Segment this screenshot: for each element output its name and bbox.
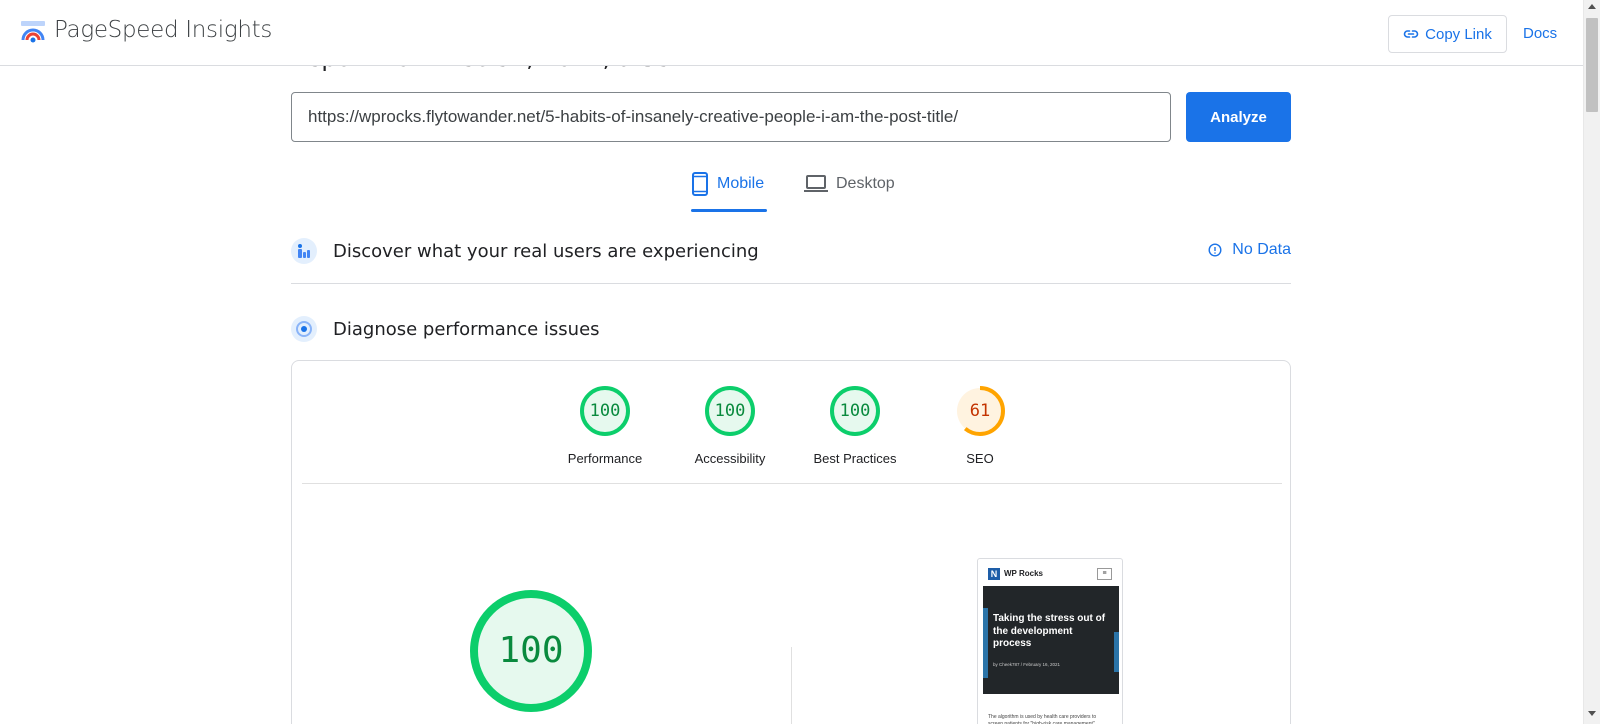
tab-selected-indicator [691, 209, 767, 212]
score-accessibility[interactable]: 100 Accessibility [670, 385, 790, 466]
top-app-bar: PageSpeed Insights Copy Link Docs [0, 0, 1583, 66]
main-performance-score: 100 [498, 630, 564, 671]
seo-label: SEO [966, 451, 994, 466]
tab-desktop[interactable]: Desktop [804, 172, 895, 212]
link-icon [1403, 30, 1419, 38]
scroll-up-arrow-icon[interactable] [1588, 4, 1596, 9]
score-best-practices[interactable]: 100 Best Practices [795, 385, 915, 466]
thumb-hero-title: Taking the stress out of the development… [993, 613, 1106, 649]
thumb-hero-meta: by Cheek787 / February 16, 2021 [993, 662, 1061, 667]
copy-link-label: Copy Link [1425, 25, 1492, 43]
scroll-down-arrow-icon[interactable] [1588, 711, 1596, 716]
page-scrollbar[interactable] [1583, 0, 1600, 724]
docs-link[interactable]: Docs [1523, 25, 1557, 42]
thumb-hero: Taking the stress out of the development… [983, 586, 1119, 694]
users-data-icon [291, 238, 317, 264]
laptop-icon [804, 175, 828, 192]
pagespeed-logo-icon[interactable] [19, 18, 47, 46]
analyze-button[interactable]: Analyze [1186, 92, 1291, 142]
seo-score: 61 [969, 401, 991, 421]
thumb-menu-icon: ≡ [1097, 568, 1112, 580]
performance-score: 100 [589, 401, 621, 421]
no-data-indicator[interactable]: No Data [1208, 241, 1291, 259]
performance-gauge: 100 [579, 385, 631, 437]
report-card: 100 Performance 100 Accessibility 100 Be… [291, 360, 1291, 724]
real-users-section-header[interactable]: Discover what your real users are experi… [291, 231, 1291, 271]
app-title[interactable]: PageSpeed Insights [54, 17, 272, 43]
tab-desktop-label: Desktop [836, 175, 895, 192]
tab-mobile[interactable]: Mobile [691, 172, 764, 212]
no-data-label: No Data [1232, 241, 1291, 258]
thumb-hero-accent-right [1114, 632, 1119, 672]
real-users-title: Discover what your real users are experi… [333, 240, 759, 262]
score-performance[interactable]: 100 Performance [545, 385, 665, 466]
thumb-hero-accent-left [983, 608, 988, 678]
score-seo[interactable]: 61 SEO [920, 385, 1040, 466]
url-input[interactable] [291, 92, 1171, 142]
metrics-divider [791, 647, 792, 724]
best-practices-score: 100 [839, 401, 871, 421]
accessibility-gauge: 100 [704, 385, 756, 437]
diagnose-title: Diagnose performance issues [333, 318, 600, 340]
best-practices-label: Best Practices [813, 451, 897, 466]
info-icon [1208, 243, 1222, 257]
diagnose-radar-icon [291, 316, 317, 342]
main-performance-gauge: 100 [469, 589, 593, 713]
thumb-site-header: N WP Rocks ≡ [978, 559, 1122, 587]
thumb-site-name: WP Rocks [1004, 569, 1043, 578]
smartphone-icon [692, 172, 708, 196]
thumb-site-logo: N [988, 568, 1000, 580]
diagnose-section-header: Diagnose performance issues [291, 309, 1291, 349]
thumb-body-text: The algorithm is used by health care pro… [988, 714, 1097, 724]
scroll-thumb[interactable] [1586, 18, 1598, 112]
card-divider [302, 483, 1282, 484]
section-divider [291, 283, 1291, 284]
tab-mobile-label: Mobile [717, 175, 765, 192]
copy-link-button[interactable]: Copy Link [1388, 15, 1507, 53]
performance-label: Performance [567, 451, 643, 466]
best-practices-gauge: 100 [829, 385, 881, 437]
accessibility-score: 100 [714, 401, 746, 421]
seo-gauge: 61 [954, 385, 1006, 437]
accessibility-label: Accessibility [694, 451, 766, 466]
final-screenshot: N WP Rocks ≡ Taking the stress out of th… [977, 558, 1123, 724]
